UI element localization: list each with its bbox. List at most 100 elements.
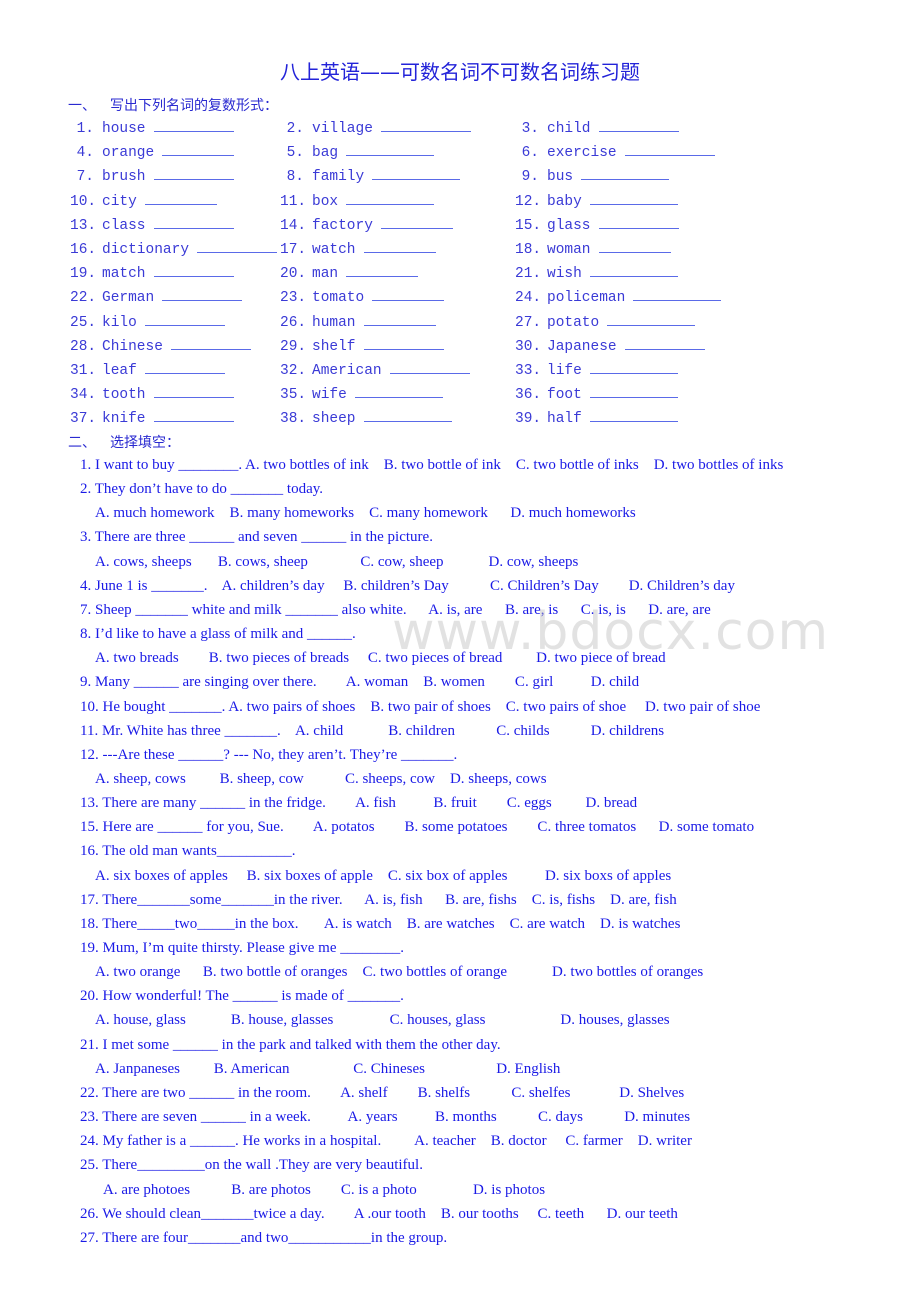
- answer-blank[interactable]: [346, 190, 435, 205]
- options-line: A. two breads B. two pieces of breads C.…: [95, 650, 666, 667]
- plural-item: 4. orange: [70, 141, 235, 162]
- item-number: 29.: [280, 338, 307, 355]
- answer-blank[interactable]: [380, 214, 453, 229]
- plural-item: 38. sheep: [280, 407, 452, 427]
- answer-blank[interactable]: [144, 359, 225, 374]
- answer-blank[interactable]: [363, 407, 452, 423]
- item-word: village: [312, 121, 373, 137]
- answer-blank[interactable]: [624, 141, 715, 157]
- question-line: 7. Sheep _______ white and milk _______ …: [80, 601, 711, 618]
- plural-item: 2. village: [280, 117, 471, 137]
- item-word: bag: [312, 145, 339, 162]
- answer-blank[interactable]: [153, 214, 234, 229]
- item-word: kilo: [102, 314, 137, 331]
- question-line: 22. There are two ______ in the room. A.…: [80, 1084, 685, 1101]
- answer-blank[interactable]: [144, 190, 217, 205]
- plural-item: 6. exercise: [515, 141, 715, 161]
- item-number: 34.: [70, 387, 97, 404]
- item-word: Japanese: [547, 338, 617, 355]
- plural-item: 36. foot: [515, 383, 678, 403]
- answer-blank[interactable]: [633, 286, 722, 302]
- item-word: shelf: [312, 338, 356, 355]
- answer-blank[interactable]: [372, 165, 461, 181]
- answer-blank[interactable]: [589, 407, 678, 423]
- answer-blank[interactable]: [624, 335, 705, 350]
- item-number: 21.: [515, 266, 542, 283]
- item-word: orange: [102, 145, 155, 162]
- item-word: knife: [102, 411, 146, 428]
- plural-item: 30. Japanese: [515, 335, 705, 355]
- item-number: 6.: [521, 145, 539, 162]
- answer-blank[interactable]: [607, 311, 696, 326]
- options-line: A. six boxes of apples B. six boxes of a…: [95, 867, 672, 884]
- question-line: 23. There are seven ______ in a week. A.…: [80, 1109, 691, 1126]
- answer-blank[interactable]: [153, 383, 234, 399]
- section1-number: 一、: [68, 98, 96, 114]
- options-line: A. two orange B. two bottle of oranges C…: [95, 964, 704, 981]
- answer-blank[interactable]: [162, 286, 243, 302]
- question-line: 15. Here are ______ for you, Sue. A. pot…: [80, 819, 755, 836]
- plural-item: 3. child: [515, 117, 679, 137]
- section1-title: 写出下列名词的复数形式：: [110, 98, 278, 114]
- item-number: 1.: [76, 121, 94, 137]
- question-line: 27. There are four_______and two________…: [80, 1229, 448, 1246]
- plural-item: 26. human: [280, 311, 436, 331]
- answer-blank[interactable]: [581, 165, 670, 181]
- item-word: tomato: [312, 290, 365, 307]
- item-word: foot: [547, 387, 582, 404]
- item-number: 18.: [515, 242, 542, 258]
- plural-item: 8. family: [280, 165, 461, 185]
- answer-blank[interactable]: [346, 141, 435, 157]
- answer-blank[interactable]: [153, 407, 234, 423]
- section2-heading: 二、 选择填空：: [68, 432, 180, 452]
- answer-blank[interactable]: [389, 359, 470, 374]
- item-number: 27.: [515, 314, 542, 331]
- plural-item: 16. dictionary: [70, 238, 278, 258]
- question-line: 21. I met some ______ in the park and ta…: [80, 1036, 501, 1053]
- answer-blank[interactable]: [153, 262, 234, 278]
- answer-blank[interactable]: [363, 238, 436, 253]
- item-word: Chinese: [102, 338, 163, 355]
- question-line: 10. He bought _______. A. two pairs of s…: [80, 698, 761, 715]
- answer-blank[interactable]: [153, 117, 234, 132]
- answer-blank[interactable]: [589, 359, 678, 374]
- answer-blank[interactable]: [170, 335, 251, 350]
- question-line: 18. There_____two_____in the box. A. is …: [80, 915, 681, 932]
- options-line: A. sheep, cows B. sheep, cow C. sheeps, …: [95, 770, 547, 787]
- answer-blank[interactable]: [598, 117, 679, 132]
- item-word: exercise: [547, 145, 617, 162]
- item-word: woman: [547, 242, 591, 258]
- answer-blank[interactable]: [372, 286, 445, 302]
- answer-blank[interactable]: [354, 383, 443, 399]
- item-number: 26.: [280, 314, 307, 331]
- answer-blank[interactable]: [197, 238, 278, 253]
- answer-blank[interactable]: [363, 335, 444, 350]
- answer-blank[interactable]: [162, 141, 235, 157]
- answer-blank[interactable]: [363, 311, 436, 326]
- question-line: 4. June 1 is _______. A. children’s day …: [80, 577, 735, 594]
- item-word: half: [547, 411, 582, 428]
- plural-item: 7. brush: [70, 165, 234, 185]
- item-number: 12.: [515, 193, 542, 210]
- plural-item: 15. glass: [515, 214, 679, 234]
- item-number: 9.: [521, 169, 539, 186]
- plural-item: 17. watch: [280, 238, 436, 258]
- answer-blank[interactable]: [589, 383, 678, 399]
- answer-blank[interactable]: [598, 238, 671, 253]
- item-number: 3.: [521, 121, 539, 137]
- answer-blank[interactable]: [589, 190, 678, 205]
- plural-item: 25. kilo: [70, 311, 225, 331]
- item-word: sheep: [312, 411, 356, 428]
- plural-item: 13. class: [70, 214, 234, 234]
- plural-item: 33. life: [515, 359, 678, 379]
- answer-blank[interactable]: [346, 262, 419, 278]
- question-line: 24. My father is a ______. He works in a…: [80, 1133, 692, 1150]
- item-number: 28.: [70, 338, 97, 355]
- item-number: 13.: [70, 217, 97, 234]
- answer-blank[interactable]: [380, 117, 471, 132]
- answer-blank[interactable]: [589, 262, 678, 278]
- answer-blank[interactable]: [144, 311, 225, 326]
- answer-blank[interactable]: [598, 214, 679, 229]
- item-number: 4.: [76, 145, 94, 162]
- answer-blank[interactable]: [153, 165, 234, 181]
